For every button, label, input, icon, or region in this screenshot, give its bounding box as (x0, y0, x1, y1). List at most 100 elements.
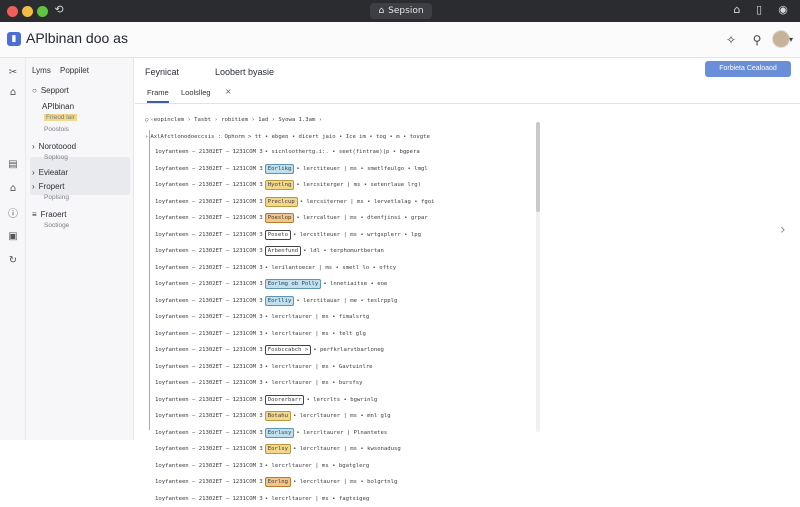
log-row[interactable]: 1oyfanteen — 21302ET — 1231COM 3• lercrl… (155, 309, 545, 326)
log-row[interactable]: 1oyfanteen — 21302ET — 1231COM 3Eorlliy•… (155, 293, 545, 310)
log-row[interactable]: 1oyfanteen — 21302ET — 1231COM 3• lerila… (155, 260, 545, 277)
sidebar-subitem[interactable]: Frieod lair (44, 114, 77, 121)
sidebar-item-aplbinan[interactable]: APlbinan (32, 102, 74, 111)
log-tag-chip[interactable]: Hyotlng (265, 180, 295, 190)
tab-feynicat[interactable]: Feynicat (145, 67, 179, 77)
log-row[interactable]: 1oyfanteen — 21302ET — 1231COM 3Arbenfun… (155, 243, 545, 260)
app-title: APlbinan doo as (26, 30, 128, 46)
log-row[interactable]: 1oyfanteen — 21302ET — 1231COM 3Poseto• … (155, 227, 545, 244)
expand-icon[interactable]: › (145, 129, 148, 145)
sparkle-icon[interactable]: ✧ (722, 31, 740, 49)
refresh-icon[interactable]: ⟲ (52, 3, 66, 17)
sidebar-subitem[interactable]: Poostois (44, 126, 69, 133)
browser-tab[interactable]: ⌂ Sepsion (370, 3, 432, 19)
tab-loobert[interactable]: Loobert byasie (215, 67, 274, 77)
log-tag-chip[interactable]: Eorlikg (265, 164, 295, 174)
home-tab-icon: ⌂ (378, 6, 384, 16)
primary-action-button[interactable]: Forbieta Cealoaod (705, 61, 791, 77)
log-prefix: 1oyfanteen — 21302ET — 1231COM 3 (155, 243, 263, 259)
home-icon[interactable]: ⌂ (6, 86, 20, 100)
log-header: ○ ‹eopinclem › Tasbt › robitiem › 1ad › … (145, 112, 535, 145)
info-icon[interactable]: ⓘ (6, 208, 20, 222)
log-prefix: 1oyfanteen — 21302ET — 1231COM 3 (155, 309, 263, 325)
widget-icon[interactable]: ▣ (6, 230, 20, 244)
radio-icon: ○ (32, 86, 37, 95)
log-tag-chip[interactable]: Botahu (265, 411, 291, 421)
tools-icon[interactable]: ✂ (6, 66, 20, 80)
log-prefix: 1oyfanteen — 21302ET — 1231COM 3 (155, 293, 263, 309)
sidebar-subitem[interactable]: Poplsing (44, 194, 69, 201)
sidebar-item-norotoood[interactable]: › Norotoood (32, 142, 76, 151)
minimize-window-button[interactable] (22, 6, 33, 17)
sidebar-subitem[interactable]: Soploog (44, 154, 68, 161)
log-prefix: 1oyfanteen — 21302ET — 1231COM 3 (155, 326, 263, 342)
globe-icon[interactable]: ⌂ (6, 182, 20, 196)
log-row[interactable]: 1oyfanteen — 21302ET — 1231COM 3• lercrl… (155, 458, 545, 475)
log-row[interactable]: 1oyfanteen — 21302ET — 1231COM 3Hyotlng•… (155, 177, 545, 194)
sidebar-item-label: Norotoood (39, 142, 76, 151)
log-prefix: 1oyfanteen — 21302ET — 1231COM 3 (155, 491, 263, 507)
close-window-button[interactable] (7, 6, 18, 17)
sidebar-tab-poppilet[interactable]: Poppilet (60, 66, 89, 75)
log-row[interactable]: 1oyfanteen — 21302ET — 1231COM 3• lercrl… (155, 375, 545, 392)
log-row[interactable]: 1oyfanteen — 21302ET — 1231COM 3Fosbccab… (155, 342, 545, 359)
log-row[interactable]: 1oyfanteen — 21302ET — 1231COM 3Eorlikg•… (155, 161, 545, 178)
log-prefix: 1oyfanteen — 21302ET — 1231COM 3 (155, 194, 263, 210)
log-row[interactable]: 1oyfanteen — 21302ET — 1231COM 3• lercrl… (155, 326, 545, 343)
log-tag-chip[interactable]: Eorlng (265, 477, 291, 487)
log-tag-chip[interactable]: Eorlliy (265, 296, 295, 306)
sync-icon[interactable]: ↻ (6, 254, 20, 268)
home-icon[interactable]: ⌂ (730, 3, 744, 17)
log-tag-chip[interactable]: Poeslop (265, 213, 295, 223)
sidebar-item-fropert[interactable]: › Fropert (32, 182, 64, 191)
doc-icon[interactable]: ▯ (752, 3, 766, 17)
log-prefix: 1oyfanteen — 21302ET — 1231COM 3 (155, 425, 263, 441)
maximize-window-button[interactable] (37, 6, 48, 17)
log-row[interactable]: 1oyfanteen — 21302ET — 1231COM 3Doorerba… (155, 392, 545, 409)
chevron-right-icon[interactable]: › (780, 222, 786, 238)
search-icon[interactable]: ⚲ (748, 31, 766, 49)
log-row[interactable]: 1oyfanteen — 21302ET — 1231COM 3• lercrl… (155, 359, 545, 376)
log-tag-chip[interactable]: Eorlmg ob Polly (265, 279, 322, 289)
log-message: • lerctitauar | me • teslrpplg (296, 293, 397, 309)
log-message: • lercrltaurer | ms • fimalsrtg (265, 309, 369, 325)
log-prefix: 1oyfanteen — 21302ET — 1231COM 3 (155, 458, 263, 474)
log-tag-chip[interactable]: Preclcup (265, 197, 298, 207)
log-tag-chip[interactable]: Fosbccabch > (265, 345, 311, 355)
log-root: AxlAfctlonodoeccsis : Ophorm > tt • ebge… (150, 129, 430, 145)
log-tag-chip[interactable]: Eorlusy (265, 428, 295, 438)
log-tag-chip[interactable]: Doorerbarr (265, 395, 305, 405)
close-tab-icon[interactable]: × (225, 87, 232, 96)
log-message: • lerrcaltuer | ms • dtenfjinsi • grpar (296, 210, 427, 226)
chevron-right-icon: › (32, 182, 35, 191)
log-tag-chip[interactable]: Eorlsy (265, 444, 291, 454)
log-tag-chip[interactable]: Poseto (265, 230, 291, 240)
sidebar-item-sepport[interactable]: ○ Sepport (32, 86, 69, 95)
log-row[interactable]: 1oyfanteen — 21302ET — 1231COM 3• sicnlo… (155, 144, 545, 161)
sidebar-tab-lyms[interactable]: Lyms (32, 66, 51, 75)
log-prefix: 1oyfanteen — 21302ET — 1231COM 3 (155, 177, 263, 193)
profile-icon[interactable]: ◉ (776, 3, 790, 17)
log-message: • lercrltaurer | ms • Gavtuinlre (265, 359, 373, 375)
server-icon[interactable]: ▤ (6, 158, 20, 172)
window-titlebar: ⟲ ⌂ Sepsion ⌂ ▯ ◉ (0, 0, 800, 22)
log-row[interactable]: 1oyfanteen — 21302ET — 1231COM 3Eorlmg o… (155, 276, 545, 293)
log-tag-chip[interactable]: Arbenfund (265, 246, 301, 256)
log-message: • lercsiterger | ms • setenrlaue lrg) (296, 177, 421, 193)
log-row[interactable]: 1oyfanteen — 21302ET — 1231COM 3Botahu• … (155, 408, 545, 425)
scrollbar-thumb[interactable] (536, 122, 540, 212)
sidebar-item-fraoert[interactable]: ≡ Fraoert (32, 210, 66, 219)
log-row[interactable]: 1oyfanteen — 21302ET — 1231COM 3Poeslop•… (155, 210, 545, 227)
log-row[interactable]: 1oyfanteen — 21302ET — 1231COM 3Eorlsy• … (155, 441, 545, 458)
sidebar-subitem[interactable]: Soctioge (44, 222, 69, 229)
log-row[interactable]: 1oyfanteen — 21302ET — 1231COM 3Preclcup… (155, 194, 545, 211)
log-row[interactable]: 1oyfanteen — 21302ET — 1231COM 3• lercrl… (155, 491, 545, 507)
sidebar-item-evieatar[interactable]: › Evieatar (32, 168, 68, 177)
log-row[interactable]: 1oyfanteen — 21302ET — 1231COM 3Eorlusy•… (155, 425, 545, 442)
log-row[interactable]: 1oyfanteen — 21302ET — 1231COM 3Eorlng• … (155, 474, 545, 491)
chevron-down-icon[interactable]: ▾ (786, 31, 796, 49)
subtab-loolslleg[interactable]: Loolslleg (181, 88, 211, 97)
subtab-frame[interactable]: Frame (147, 88, 169, 103)
log-message: • lercrltaurer | ms • fagtsigeg (265, 491, 369, 507)
lines-icon: ≡ (32, 210, 37, 219)
